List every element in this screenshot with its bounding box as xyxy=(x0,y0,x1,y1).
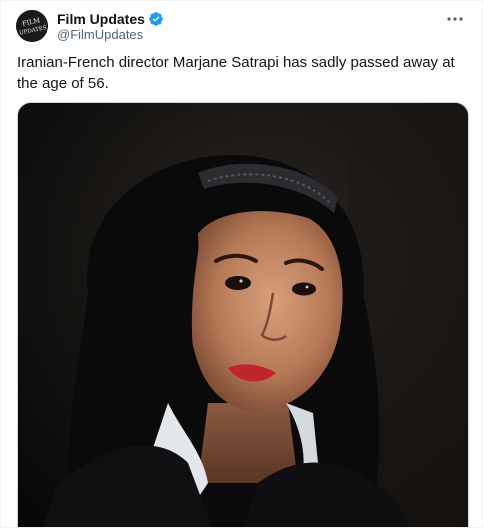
verified-badge-icon xyxy=(148,11,164,27)
tweet-text: Iranian-French director Marjane Satrapi … xyxy=(17,54,455,92)
tweet-card[interactable]: FILM UPDATES Film Updates @FilmUpdates I… xyxy=(0,0,483,528)
more-horizontal-icon xyxy=(447,17,463,21)
film-updates-logo: FILM UPDATES xyxy=(16,10,48,42)
author-handle[interactable]: @FilmUpdates xyxy=(57,27,143,42)
author-name-row[interactable]: Film Updates xyxy=(57,10,164,28)
author-display-name[interactable]: Film Updates xyxy=(57,11,145,27)
avatar[interactable]: FILM UPDATES xyxy=(16,10,48,42)
more-options-button[interactable] xyxy=(442,9,468,29)
tweet-photo[interactable] xyxy=(17,102,469,527)
portrait-photo xyxy=(18,103,468,527)
